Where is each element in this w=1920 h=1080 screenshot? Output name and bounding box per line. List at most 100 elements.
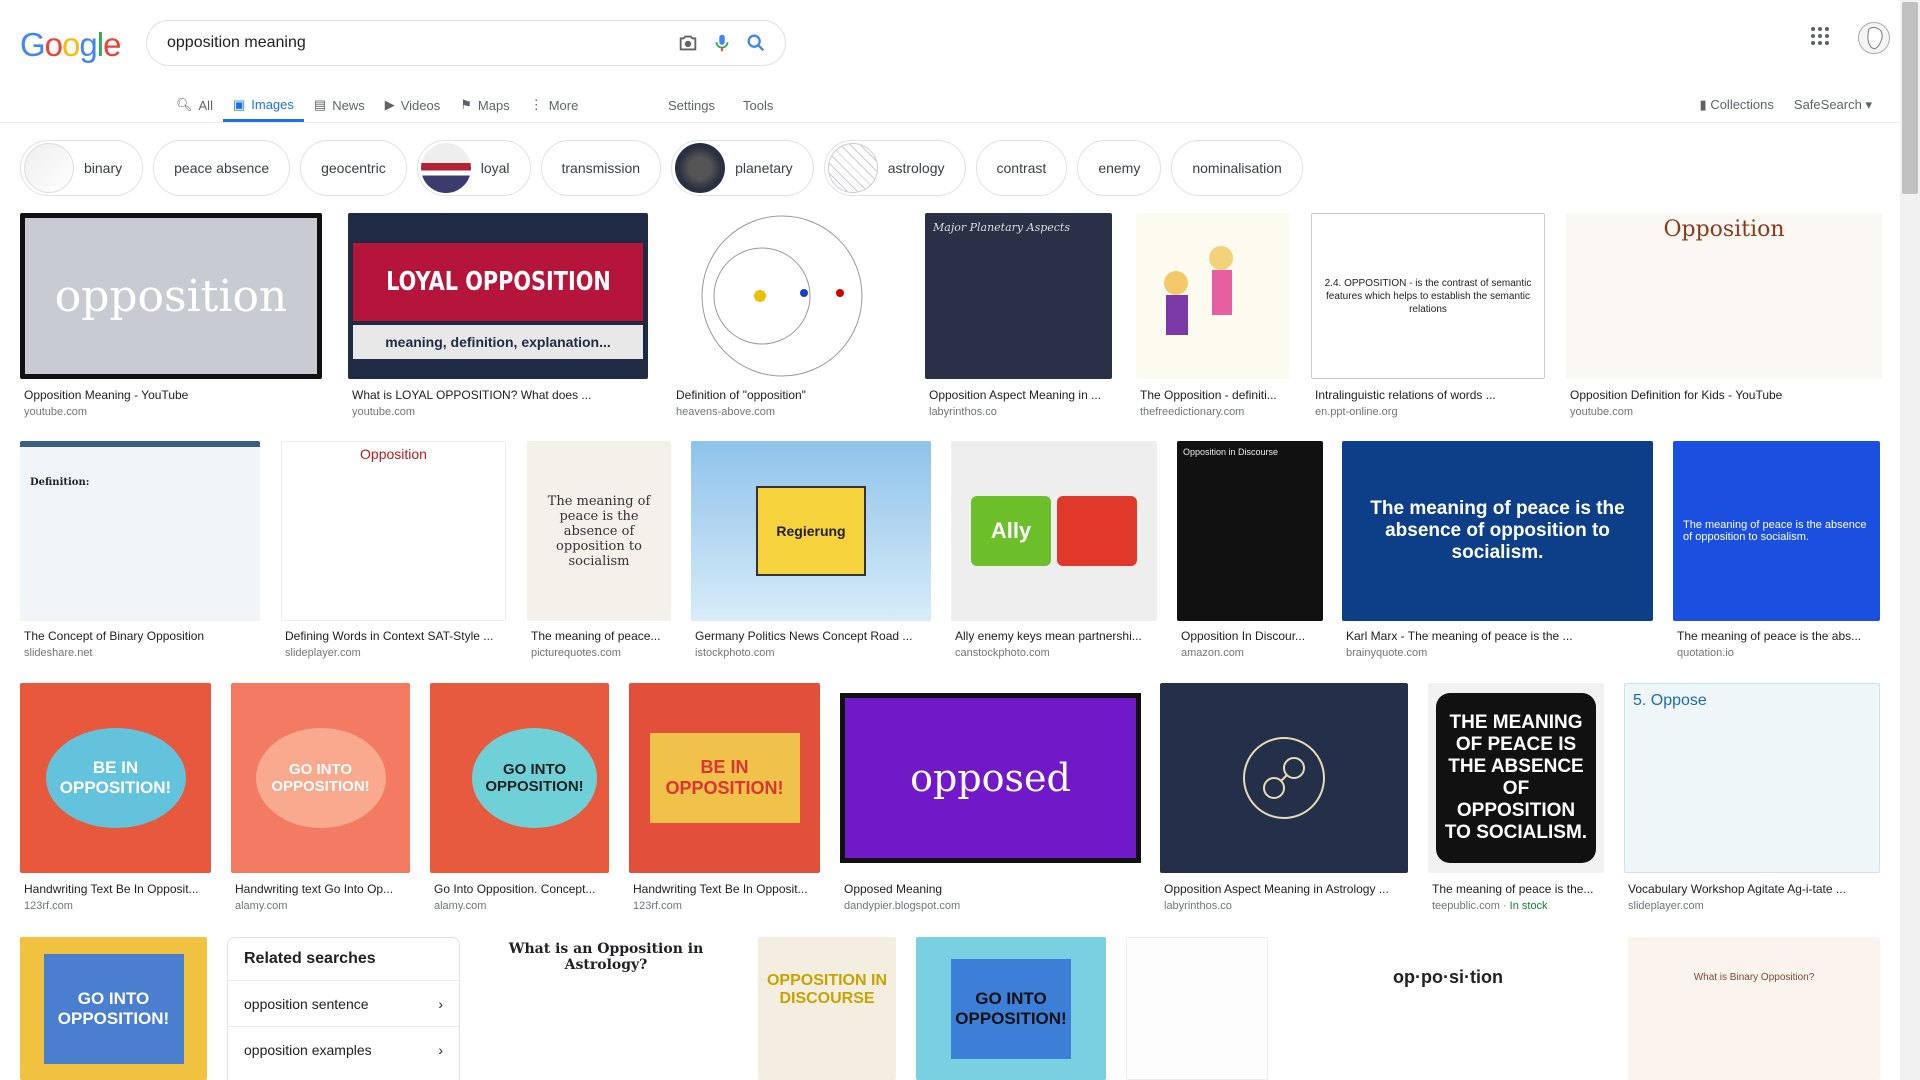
scrollbar[interactable] <box>1900 0 1920 1080</box>
chip-planetary[interactable]: planetary <box>671 140 814 196</box>
result-source[interactable]: picturequotes.com <box>531 647 621 659</box>
image-result[interactable]: Opposition Opposition Definition for Kid… <box>1566 213 1882 423</box>
image-result[interactable]: Definition of "opposition" heavens-above… <box>672 213 902 423</box>
search-icon[interactable] <box>739 26 773 60</box>
result-title[interactable]: Handwriting text Go Into Op... <box>235 882 410 896</box>
result-title[interactable]: Opposition In Discour... <box>1181 629 1323 643</box>
image-result[interactable]: BE IN OPPOSITION! Handwriting Text Be In… <box>629 683 820 919</box>
result-title[interactable]: The meaning of peace is the abs... <box>1677 629 1880 643</box>
result-source[interactable]: brainyquote.com <box>1346 647 1427 659</box>
result-title[interactable]: Opposition Meaning - YouTube <box>24 388 320 402</box>
result-title[interactable]: Go Into Opposition. Concept... <box>434 882 609 896</box>
image-result[interactable]: op·po·si·tion <box>1288 937 1608 1080</box>
chip-nominalisation[interactable]: nominalisation <box>1171 140 1303 196</box>
image-result[interactable]: What is Binary Opposition? <box>1628 937 1880 1080</box>
image-result[interactable]: LOYAL OPPOSITION meaning, definition, ex… <box>348 213 648 423</box>
result-title[interactable]: The Concept of Binary Opposition <box>24 629 260 643</box>
image-result[interactable]: BE IN OPPOSITION! Handwriting Text Be In… <box>20 683 211 919</box>
result-source[interactable]: heavens-above.com <box>676 406 775 418</box>
settings-link[interactable]: Settings <box>668 98 715 113</box>
result-title[interactable]: Ally enemy keys mean partnershi... <box>955 629 1157 643</box>
result-source[interactable]: en.ppt-online.org <box>1315 406 1398 418</box>
image-result[interactable]: The meaning of peace is the absence of o… <box>1673 441 1880 661</box>
result-source[interactable]: labyrinthos.co <box>929 406 997 418</box>
image-result[interactable]: THE MEANING OF PEACE IS THE ABSENCE OF O… <box>1428 683 1604 919</box>
apps-icon[interactable] <box>1810 26 1830 51</box>
image-result[interactable]: Opposition Defining Words in Context SAT… <box>281 441 506 661</box>
image-result[interactable]: 5. Oppose Vocabulary Workshop Agitate Ag… <box>1624 683 1880 919</box>
result-source[interactable]: youtube.com <box>352 406 415 418</box>
result-title[interactable]: Handwriting Text Be In Opposit... <box>633 882 820 896</box>
image-result[interactable]: Opposition in Discourse Opposition In Di… <box>1177 441 1323 661</box>
result-source[interactable]: 123rf.com <box>633 900 682 912</box>
search-input[interactable] <box>167 34 671 52</box>
result-title[interactable]: Karl Marx - The meaning of peace is the … <box>1346 629 1653 643</box>
image-result[interactable]: The meaning of peace is the absence of o… <box>527 441 671 661</box>
chip-astrology[interactable]: astrology <box>823 140 966 196</box>
tab-images[interactable]: ▣ Images <box>222 90 304 122</box>
image-result[interactable] <box>1126 937 1268 1080</box>
camera-icon[interactable] <box>671 26 705 60</box>
image-result[interactable]: Regierung Germany Politics News Concept … <box>691 441 931 661</box>
result-source[interactable]: canstockphoto.com <box>955 647 1050 659</box>
result-source[interactable]: 123rf.com <box>24 900 73 912</box>
chip-enemy[interactable]: enemy <box>1077 140 1162 196</box>
result-source[interactable]: slideplayer.com <box>1628 900 1704 912</box>
image-result[interactable]: GO INTO OPPOSITION! Handwriting text Go … <box>231 683 410 919</box>
scrollbar-thumb[interactable] <box>1902 2 1918 194</box>
result-title[interactable]: Definition of "opposition" <box>676 388 902 402</box>
related-item[interactable]: opposition sentence › <box>228 980 459 1026</box>
result-title[interactable]: Opposed Meaning <box>844 882 1141 896</box>
chip-transmission[interactable]: transmission <box>540 140 662 196</box>
result-source[interactable]: youtube.com <box>24 406 87 418</box>
image-result[interactable]: GO INTO OPPOSITION! Go Into Opposition. … <box>430 683 609 919</box>
tools-link[interactable]: Tools <box>743 98 773 113</box>
image-result[interactable]: 2.4. OPPOSITION - is the contrast of sem… <box>1311 213 1545 423</box>
result-source[interactable]: teepublic.com · In stock <box>1432 900 1548 912</box>
tab-news[interactable]: ▤ News <box>304 90 375 120</box>
image-result[interactable]: Definition: The Concept of Binary Opposi… <box>20 441 260 661</box>
result-title[interactable]: The Opposition - definiti... <box>1140 388 1290 402</box>
result-title[interactable]: Opposition Aspect Meaning in ... <box>929 388 1112 402</box>
result-source[interactable]: istockphoto.com <box>695 647 774 659</box>
image-result[interactable]: What is an Opposition in Astrology? <box>480 937 732 1080</box>
tab-maps[interactable]: ⚑ Maps <box>450 90 519 120</box>
result-title[interactable]: Germany Politics News Concept Road ... <box>695 629 931 643</box>
image-result[interactable]: GO INTO OPPOSITION! <box>916 937 1106 1080</box>
result-title[interactable]: Intralinguistic relations of words ... <box>1315 388 1545 402</box>
avatar[interactable] <box>1858 22 1890 54</box>
chip-binary[interactable]: binary <box>20 140 144 196</box>
image-result[interactable]: Ally Ally enemy keys mean partnershi... … <box>951 441 1157 661</box>
chip-geocentric[interactable]: geocentric <box>300 140 407 196</box>
result-source[interactable]: slideshare.net <box>24 647 93 659</box>
google-logo[interactable]: Google <box>20 26 121 64</box>
result-source[interactable]: quotation.io <box>1677 647 1734 659</box>
result-source[interactable]: alamy.com <box>434 900 486 912</box>
result-source[interactable]: alamy.com <box>235 900 287 912</box>
image-result[interactable]: The meaning of peace is the absence of o… <box>1342 441 1653 661</box>
safesearch-dropdown[interactable]: SafeSearch ▾ <box>1794 97 1872 113</box>
result-title[interactable]: The meaning of peace is the... <box>1432 882 1604 896</box>
related-item[interactable]: opposition examples › <box>228 1026 459 1072</box>
result-title[interactable]: Opposition Definition for Kids - YouTube <box>1570 388 1882 402</box>
result-source[interactable]: youtube.com <box>1570 406 1633 418</box>
image-result[interactable]: opposition Opposition Meaning - YouTube … <box>20 213 322 423</box>
tab-videos[interactable]: ▶ Videos <box>375 90 451 120</box>
image-result[interactable]: Major Planetary Aspects Opposition Aspec… <box>925 213 1112 423</box>
mic-icon[interactable] <box>705 26 739 60</box>
tab-more[interactable]: ⋮ More <box>520 90 589 120</box>
result-title[interactable]: Opposition Aspect Meaning in Astrology .… <box>1164 882 1408 896</box>
result-source[interactable]: labyrinthos.co <box>1164 900 1232 912</box>
chip-loyal[interactable]: loyal <box>416 140 531 196</box>
result-source[interactable]: dandypier.blogspot.com <box>844 900 960 912</box>
chip-peace-absence[interactable]: peace absence <box>153 140 291 196</box>
image-result[interactable]: OPPOSITION IN DISCOURSE <box>758 937 896 1080</box>
chip-contrast[interactable]: contrast <box>975 140 1068 196</box>
result-title[interactable]: What is LOYAL OPPOSITION? What does ... <box>352 388 648 402</box>
result-source[interactable]: slideplayer.com <box>285 647 361 659</box>
image-result[interactable]: The Opposition - definiti... thefreedict… <box>1136 213 1290 423</box>
tab-all[interactable]: 🔍︎ All <box>166 90 223 120</box>
result-title[interactable]: Handwriting Text Be In Opposit... <box>24 882 211 896</box>
result-title[interactable]: Vocabulary Workshop Agitate Ag-i-tate ..… <box>1628 882 1880 896</box>
result-source[interactable]: thefreedictionary.com <box>1140 406 1244 418</box>
